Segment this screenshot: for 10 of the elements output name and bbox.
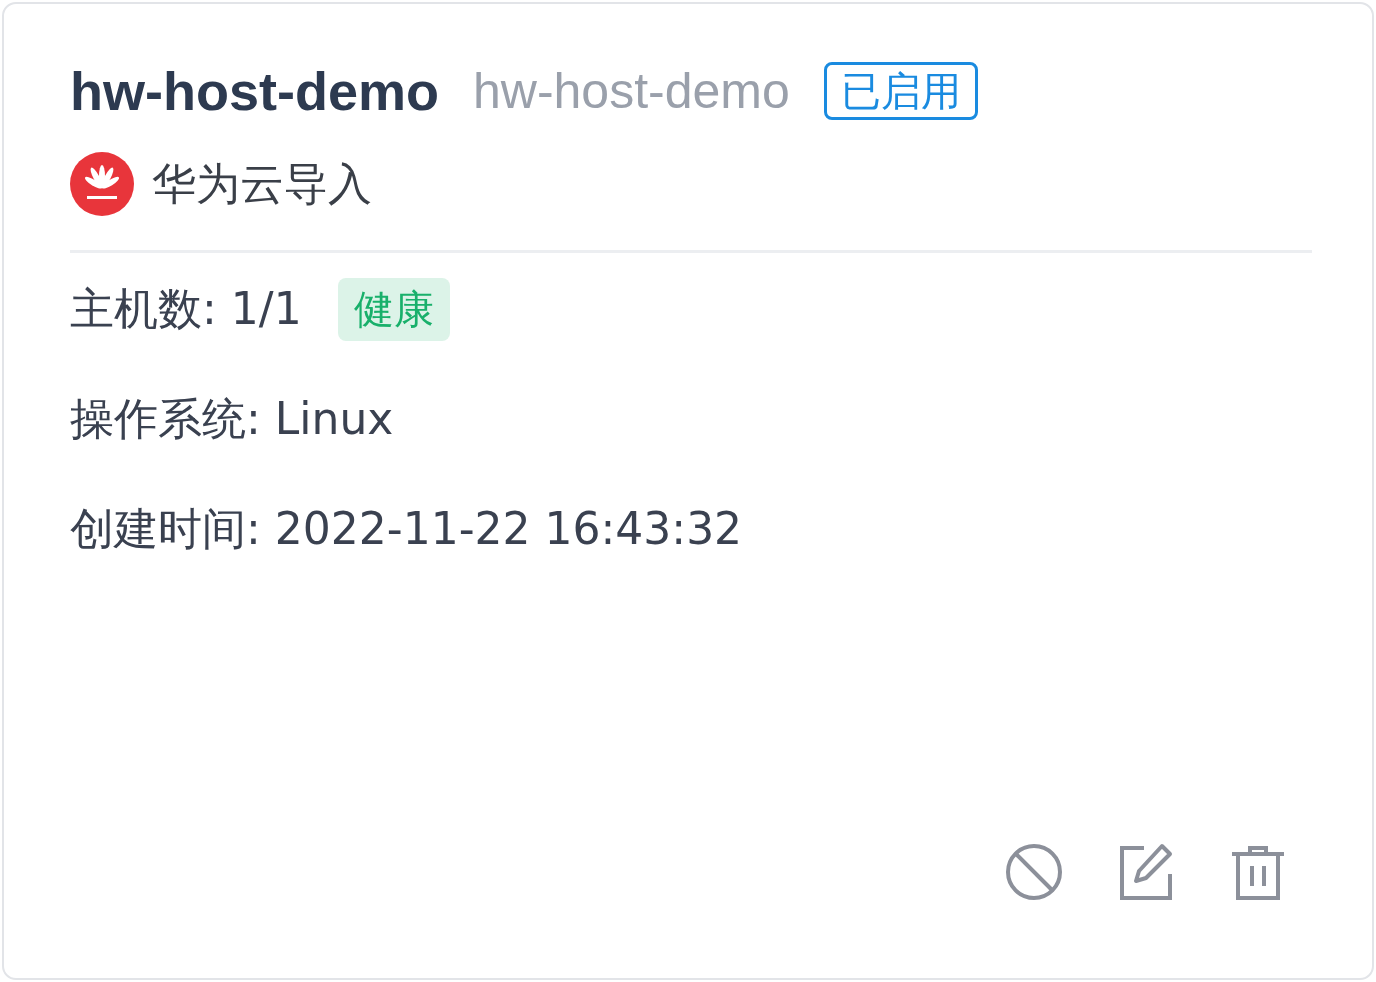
os-label: 操作系统: Linux bbox=[70, 391, 394, 446]
logo-icon bbox=[70, 152, 134, 216]
source-label: 华为云导入 bbox=[152, 156, 372, 211]
host-count: 主机数: 1/1 bbox=[70, 281, 302, 336]
disable-icon[interactable] bbox=[1004, 842, 1064, 902]
created-time: 创建时间: 2022-11-22 16:43:32 bbox=[70, 501, 743, 556]
health-badge: 健康 bbox=[337, 277, 450, 341]
host-title: hw-host-demo bbox=[70, 60, 439, 122]
host-subtitle: hw-host-demo bbox=[472, 62, 790, 120]
status-badge: 已启用 bbox=[823, 62, 978, 120]
